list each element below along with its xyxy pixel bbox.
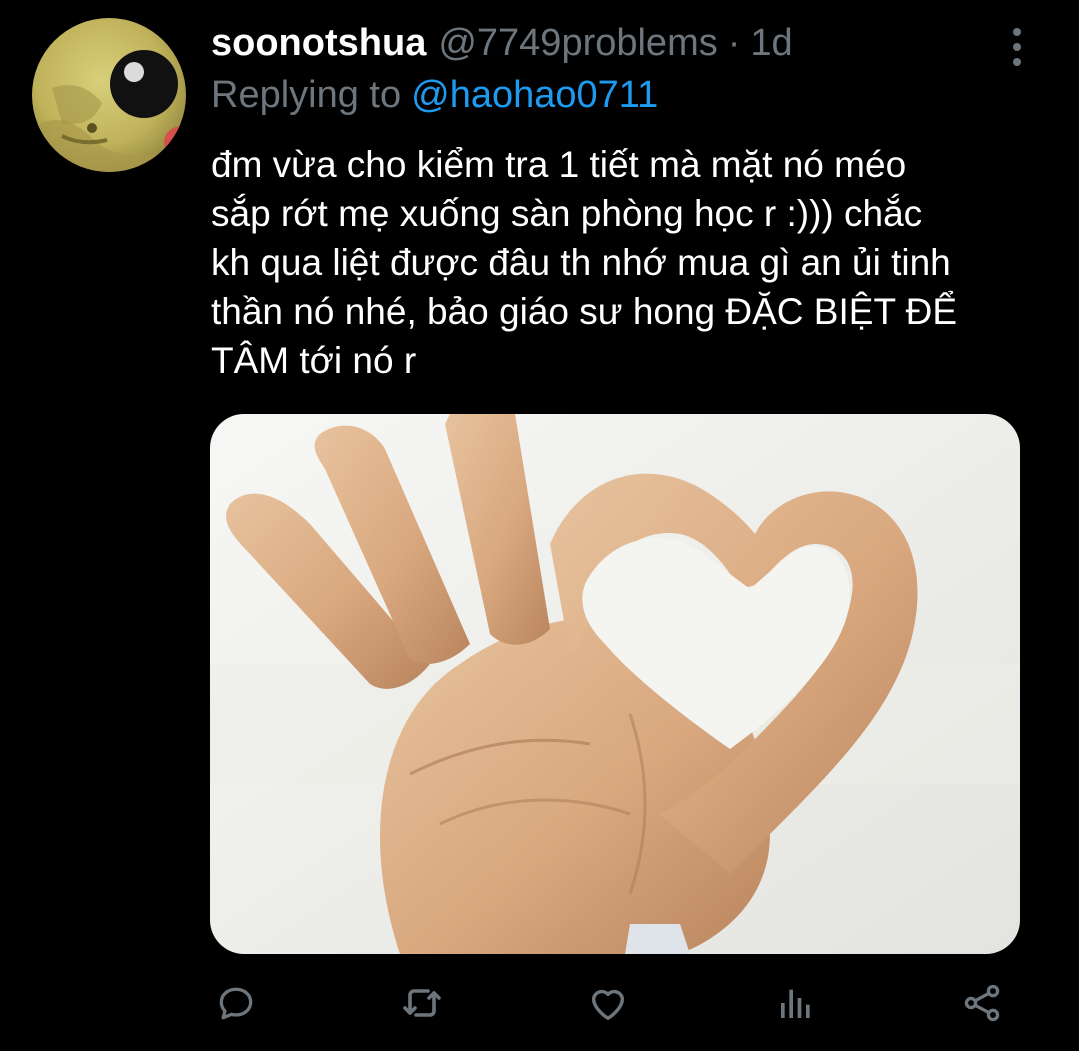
tweet-card[interactable]: soonotshua @7749problems · 1d Replying t… [0, 0, 1079, 1051]
timestamp[interactable]: 1d [750, 22, 792, 65]
reply-handle-link[interactable]: @haohao0711 [411, 74, 658, 116]
bar-chart-icon[interactable] [768, 975, 824, 1031]
speech-bubble-icon[interactable] [208, 975, 264, 1031]
tweet-text-line: thần nó nhé, bảo giáo sư hong ĐẶC BIỆT Đ… [211, 291, 958, 332]
tweet-text-line: kh qua liệt được đâu th nhớ mua gì an ủi… [211, 242, 951, 283]
replying-to: Replying to @haohao0711 [211, 74, 658, 122]
user-handle[interactable]: @7749problems [438, 22, 717, 65]
heart-icon[interactable] [580, 975, 636, 1031]
display-name[interactable]: soonotshua [211, 22, 426, 65]
replying-to-label: Replying to [211, 74, 402, 116]
retweet-icon[interactable] [394, 975, 450, 1031]
action-bar [0, 975, 1079, 1035]
tweet-text-line: sắp rớt mẹ xuống sàn phòng học r :))) ch… [211, 193, 923, 234]
avatar[interactable] [32, 18, 186, 172]
tweet-header: soonotshua @7749problems · 1d [211, 22, 793, 72]
tweet-text-line: đm vừa cho kiểm tra 1 tiết mà mặt nó méo [211, 144, 907, 185]
tweet-text: đm vừa cho kiểm tra 1 tiết mà mặt nó méo… [211, 140, 1071, 385]
tweet-text-line: TÂM tới nó r [211, 340, 417, 381]
share-icon[interactable] [954, 975, 1010, 1031]
tweet-image[interactable] [210, 414, 1020, 954]
separator-dot: · [727, 22, 741, 64]
vertical-dots-icon[interactable] [1000, 22, 1034, 72]
